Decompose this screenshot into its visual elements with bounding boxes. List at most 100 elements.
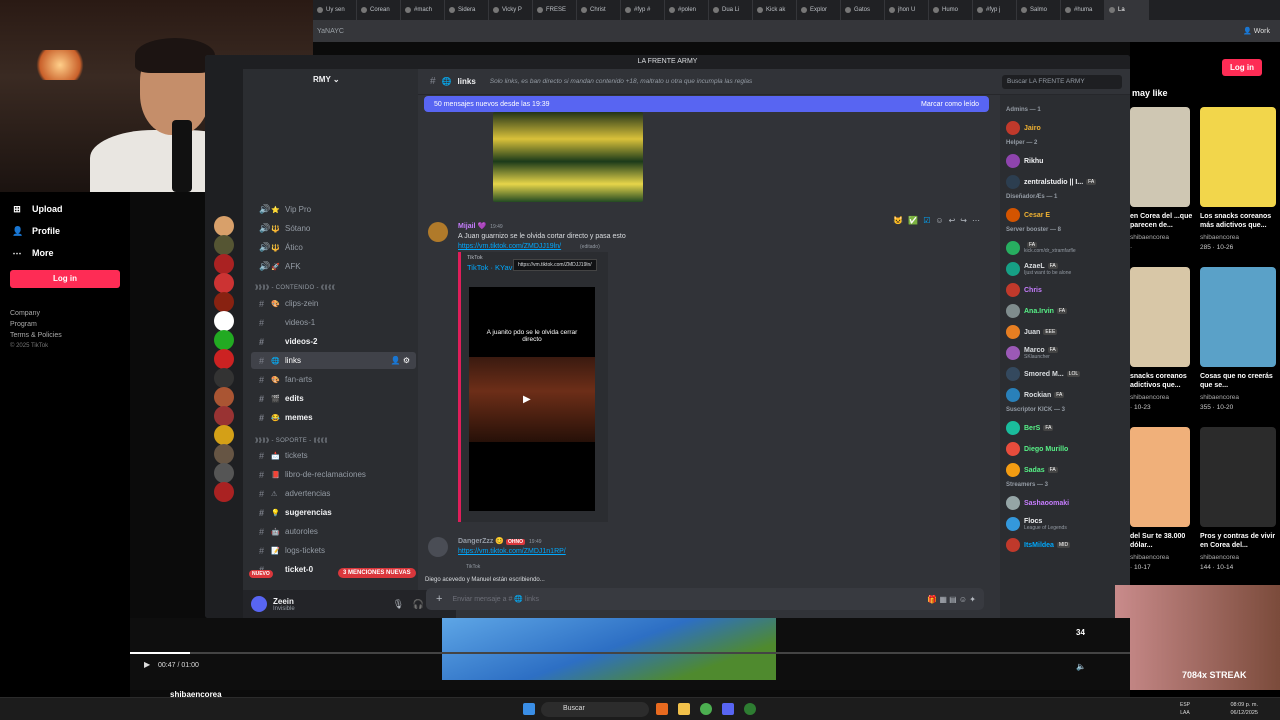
video-player[interactable]: ▶ 00:47 / 01:00 34 🔈 bbox=[130, 618, 1130, 690]
clock[interactable]: 08:09 p. m. 06/12/2025 bbox=[1230, 701, 1258, 717]
server-icon[interactable] bbox=[214, 273, 234, 293]
search-input[interactable]: Buscar LA FRENTE ARMY bbox=[1002, 75, 1122, 89]
video-author[interactable]: shibaencorea bbox=[1200, 554, 1239, 561]
more-icon[interactable]: ⋯ bbox=[972, 216, 980, 225]
video-caption[interactable]: snacks coreanos adictivos que... bbox=[1130, 372, 1208, 390]
message-avatar[interactable] bbox=[428, 222, 448, 242]
video-author[interactable]: shibaencorea bbox=[1130, 554, 1169, 561]
video-thumbnail[interactable] bbox=[1130, 427, 1190, 527]
browser-tab[interactable]: Humo bbox=[929, 0, 973, 20]
browser-tab[interactable]: Corean bbox=[357, 0, 401, 20]
video-author[interactable]: shibaencorea bbox=[1200, 234, 1239, 241]
footer-link[interactable]: Program bbox=[0, 319, 130, 330]
video-author[interactable]: shibaencorea bbox=[1200, 394, 1239, 401]
member-item[interactable]: Sadas FA bbox=[1004, 461, 1128, 479]
channel-autoroles[interactable]: # 🤖 autoroles bbox=[251, 523, 416, 540]
taskbar-search[interactable]: Buscar bbox=[541, 702, 649, 717]
browser-tab[interactable]: La bbox=[1105, 0, 1149, 20]
channel-fan-arts[interactable]: # 🎨 fan-arts bbox=[251, 371, 416, 388]
forward-icon[interactable]: ↪ bbox=[960, 216, 967, 225]
channel-edits[interactable]: # 🎬 edits bbox=[251, 390, 416, 407]
attached-photo[interactable] bbox=[493, 112, 643, 202]
discord-icon[interactable] bbox=[722, 703, 734, 715]
member-item[interactable]: Cesar E bbox=[1004, 206, 1128, 224]
member-item[interactable]: BerS FA bbox=[1004, 419, 1128, 437]
member-item[interactable]: Juan EEE bbox=[1004, 323, 1128, 341]
channel-AFK[interactable]: 🔊 🚀 AFK bbox=[251, 258, 416, 275]
video-caption[interactable]: Cosas que no creerás que se... bbox=[1200, 372, 1278, 390]
add-attachment-icon[interactable]: + bbox=[436, 593, 442, 605]
language-indicator[interactable]: ESP LAA bbox=[1180, 701, 1190, 717]
server-icon[interactable] bbox=[214, 235, 234, 255]
server-icon[interactable] bbox=[214, 425, 234, 445]
channel-videos-2[interactable]: # videos-2 bbox=[251, 333, 416, 350]
progress-bar[interactable] bbox=[130, 652, 1130, 654]
member-item[interactable]: FA kick.com/dr_xtramfarfle bbox=[1004, 239, 1128, 257]
browser-tab[interactable]: #fyp # bbox=[621, 0, 665, 20]
channel-sugerencias[interactable]: # 💡 sugerencias bbox=[251, 504, 416, 521]
channel-clips-zein[interactable]: # 🎨 clips-zein bbox=[251, 295, 416, 312]
windows-start-icon[interactable] bbox=[523, 703, 535, 715]
server-icon[interactable] bbox=[214, 349, 234, 369]
browser-tab[interactable]: Christ bbox=[577, 0, 621, 20]
channel-Ático[interactable]: 🔊 🔱 Ático bbox=[251, 239, 416, 256]
mark-read-button[interactable]: Marcar como leído bbox=[921, 101, 979, 108]
browser-tab[interactable]: Salmo bbox=[1017, 0, 1061, 20]
member-item[interactable]: Marco FA SKlauncher bbox=[1004, 344, 1128, 362]
channel-logs-tickets[interactable]: # 📝 logs-tickets bbox=[251, 542, 416, 559]
tiktok-login-button[interactable]: Log in bbox=[10, 270, 120, 288]
member-item[interactable]: Diego Murillo bbox=[1004, 440, 1128, 458]
channel-links[interactable]: # 🌐 links 👤 ⚙ bbox=[251, 352, 416, 369]
browser-tab[interactable]: Vicky P bbox=[489, 0, 533, 20]
member-item[interactable]: Rockian FA bbox=[1004, 386, 1128, 404]
channel-Vip Pro[interactable]: 🔊 ⭐ Vip Pro bbox=[251, 201, 416, 218]
chrome-icon[interactable] bbox=[700, 703, 712, 715]
browser-tab[interactable]: Sidera bbox=[445, 0, 489, 20]
browser-tab[interactable]: jhon U bbox=[885, 0, 929, 20]
video-thumbnail[interactable] bbox=[1130, 267, 1190, 367]
composer-tools[interactable]: 🎁 ▦ ▤ ☺ ✦ bbox=[927, 595, 976, 604]
browser-tab[interactable]: #mach bbox=[401, 0, 445, 20]
browser-tab[interactable]: #fyp j bbox=[973, 0, 1017, 20]
footer-link[interactable]: Company bbox=[0, 308, 130, 319]
video-thumbnail[interactable] bbox=[1200, 267, 1276, 367]
server-icon[interactable] bbox=[214, 292, 234, 312]
member-item[interactable]: Chris bbox=[1004, 281, 1128, 299]
server-icon[interactable] bbox=[214, 311, 234, 331]
nav-profile[interactable]: 👤 Profile bbox=[0, 220, 130, 242]
video-author[interactable]: shibaencorea bbox=[1130, 234, 1169, 241]
video-caption[interactable]: Los snacks coreanos más adictivos que... bbox=[1200, 212, 1278, 230]
nav-upload[interactable]: ⊞ Upload bbox=[0, 198, 130, 220]
channel-tickets[interactable]: # 📩 tickets bbox=[251, 447, 416, 464]
profile-button[interactable]: 👤 Work bbox=[1243, 27, 1270, 35]
browser-tab[interactable]: Explor bbox=[797, 0, 841, 20]
message-link[interactable]: https://vm.tiktok.com/ZMDJJ19ln/ bbox=[458, 243, 561, 250]
browser-tab[interactable]: #polen bbox=[665, 0, 709, 20]
tiktok-login-button-right[interactable]: Log in bbox=[1222, 59, 1262, 76]
reaction-icon[interactable]: 😺 bbox=[893, 216, 903, 225]
nav-more[interactable]: ⋯ More bbox=[0, 242, 130, 264]
message-author[interactable]: Mijail 💜 19:49 bbox=[458, 222, 503, 230]
video-caption[interactable]: Pros y contras de vivir en Corea del... bbox=[1200, 532, 1278, 550]
folder-icon[interactable] bbox=[678, 703, 690, 715]
server-icon[interactable] bbox=[214, 482, 234, 502]
category-contenido[interactable]: ⟫⟫⟫⟫ - CONTENIDO - ⟪⟪⟪⟪ bbox=[255, 284, 335, 291]
video-thumbnail[interactable] bbox=[1200, 107, 1276, 207]
new-messages-bar[interactable]: 50 mensajes nuevos desde las 19:39 Marca… bbox=[424, 96, 989, 112]
server-icon[interactable] bbox=[214, 254, 234, 274]
headphones-icon[interactable]: 🎧 bbox=[413, 599, 424, 610]
browser-tab[interactable]: Uy sen bbox=[313, 0, 357, 20]
member-item[interactable]: Smored M... LOL bbox=[1004, 365, 1128, 383]
video-caption[interactable]: en Corea del ...que parecen de... bbox=[1130, 212, 1208, 230]
volume-icon[interactable]: 🔈 bbox=[1076, 662, 1086, 671]
server-icon[interactable] bbox=[214, 368, 234, 388]
member-item[interactable]: ItsMildea MID bbox=[1004, 536, 1128, 554]
member-item[interactable]: Rikhu bbox=[1004, 152, 1128, 170]
member-item[interactable]: Flocs League of Legends bbox=[1004, 515, 1128, 533]
app-icon[interactable] bbox=[656, 703, 668, 715]
play-icon[interactable]: ▶ bbox=[144, 660, 150, 669]
member-item[interactable]: AzaeL FA Ijust want to be alone bbox=[1004, 260, 1128, 278]
channel-advertencias[interactable]: # ⚠ advertencias bbox=[251, 485, 416, 502]
browser-tab[interactable]: #huma bbox=[1061, 0, 1105, 20]
video-thumbnail[interactable] bbox=[1130, 107, 1190, 207]
